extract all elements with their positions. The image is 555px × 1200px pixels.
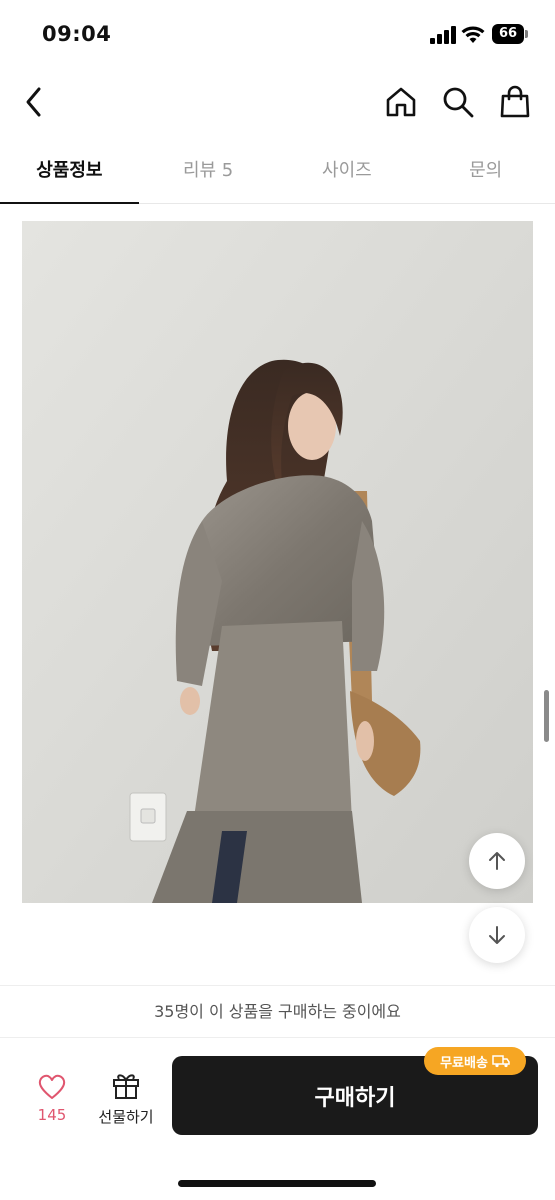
product-tabs: 상품정보 리뷰 5 사이즈 문의 — [0, 140, 555, 204]
purchase-bar: 35명이 이 상품을 구매하는 중이에요 145 선물하기 구매하기 무료배송 — [0, 985, 555, 1200]
status-time: 09:04 — [42, 22, 112, 46]
product-image — [22, 221, 533, 903]
heart-icon — [38, 1074, 66, 1099]
free-shipping-badge: 무료배송 — [424, 1047, 526, 1075]
cart-button[interactable] — [495, 82, 535, 122]
cellular-signal-icon — [430, 26, 456, 44]
tab-product-info[interactable]: 상품정보 — [0, 140, 139, 204]
home-button[interactable] — [381, 82, 421, 122]
arrow-up-icon — [489, 852, 505, 870]
back-chevron-icon — [26, 87, 41, 117]
tab-inquiry[interactable]: 문의 — [416, 140, 555, 203]
free-shipping-label: 무료배송 — [440, 1055, 488, 1071]
gift-label: 선물하기 — [98, 1108, 154, 1126]
search-button[interactable] — [438, 82, 478, 122]
truck-icon — [492, 1055, 510, 1068]
gift-icon — [113, 1074, 139, 1099]
back-button[interactable] — [14, 82, 54, 122]
scroll-to-bottom-button[interactable] — [469, 907, 525, 963]
search-icon — [443, 87, 474, 118]
wifi-icon — [460, 24, 486, 44]
arrow-down-icon — [489, 926, 505, 944]
tab-reviews[interactable]: 리뷰 5 — [139, 140, 278, 203]
product-photo — [22, 221, 533, 903]
home-indicator — [178, 1180, 376, 1187]
home-icon — [386, 87, 416, 117]
shopping-bag-icon — [500, 85, 530, 118]
tab-size[interactable]: 사이즈 — [278, 140, 417, 203]
scrollbar[interactable] — [544, 690, 549, 742]
like-count: 145 — [37, 1106, 67, 1124]
scroll-to-top-button[interactable] — [469, 833, 525, 889]
battery-icon: 66 — [492, 24, 528, 44]
status-bar: 09:04 66 — [0, 0, 555, 70]
buying-now-notice: 35명이 이 상품을 구매하는 중이에요 — [0, 986, 555, 1038]
battery-level: 66 — [492, 24, 524, 44]
top-navigation — [0, 70, 555, 134]
like-button[interactable]: 145 — [22, 1074, 82, 1134]
gift-button[interactable]: 선물하기 — [92, 1070, 160, 1134]
